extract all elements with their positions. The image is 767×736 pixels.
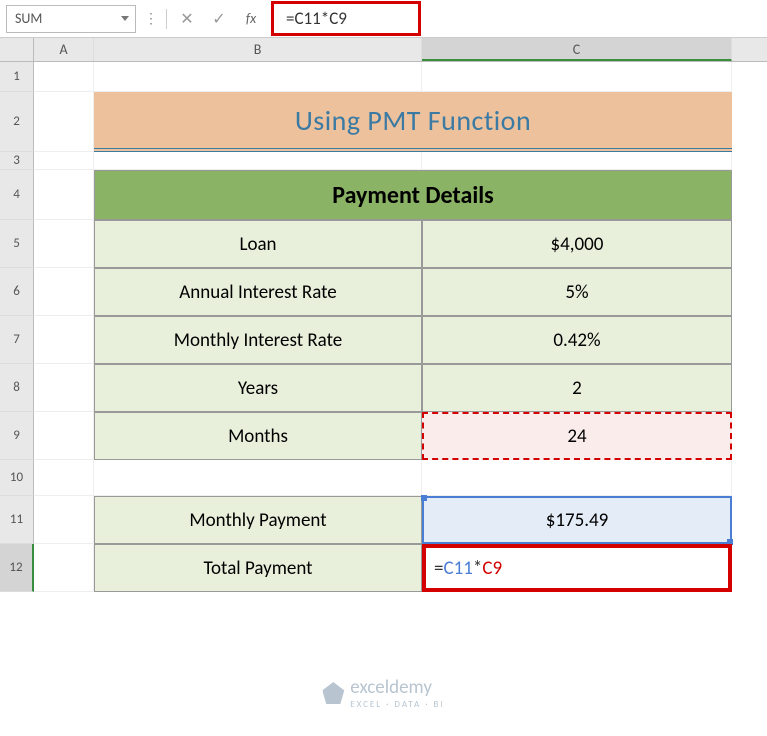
menu-dots-icon: ⋮ bbox=[144, 10, 158, 27]
row-header-7[interactable]: 7 bbox=[0, 316, 34, 364]
cell-a1[interactable] bbox=[34, 62, 94, 92]
cell-a4[interactable] bbox=[34, 170, 94, 220]
row-2: 2 Using PMT Function bbox=[0, 92, 767, 152]
watermark-brand: exceldemy bbox=[350, 676, 444, 699]
row-1: 1 bbox=[0, 62, 767, 92]
row-header-4[interactable]: 4 bbox=[0, 170, 34, 220]
col-header-c[interactable]: C bbox=[422, 38, 732, 61]
cell-a5[interactable] bbox=[34, 220, 94, 268]
row-9: 9 Months 24 bbox=[0, 412, 767, 460]
cell-a7[interactable] bbox=[34, 316, 94, 364]
annual-rate-value[interactable]: 5% bbox=[422, 268, 732, 316]
divider bbox=[166, 9, 167, 29]
cell-a2[interactable] bbox=[34, 92, 94, 152]
cell-a6[interactable] bbox=[34, 268, 94, 316]
years-label[interactable]: Years bbox=[94, 364, 422, 412]
months-value[interactable]: 24 bbox=[422, 412, 732, 460]
row-header-3[interactable]: 3 bbox=[0, 152, 34, 170]
monthly-rate-value[interactable]: 0.42% bbox=[422, 316, 732, 364]
enter-icon[interactable]: ✓ bbox=[207, 7, 231, 31]
cell-b1[interactable] bbox=[94, 62, 422, 92]
years-value[interactable]: 2 bbox=[422, 364, 732, 412]
row-8: 8 Years 2 bbox=[0, 364, 767, 412]
row-header-11[interactable]: 11 bbox=[0, 496, 34, 544]
cell-b3[interactable] bbox=[94, 152, 422, 170]
loan-label[interactable]: Loan bbox=[94, 220, 422, 268]
row-header-10[interactable]: 10 bbox=[0, 460, 34, 496]
row-header-8[interactable]: 8 bbox=[0, 364, 34, 412]
table-header[interactable]: Payment Details bbox=[94, 170, 732, 220]
monthly-rate-label[interactable]: Monthly Interest Rate bbox=[94, 316, 422, 364]
fx-icon[interactable]: fx bbox=[239, 7, 263, 31]
cell-c3[interactable] bbox=[422, 152, 732, 170]
spreadsheet-grid: A B C 1 2 Using PMT Function 3 4 Payment… bbox=[0, 38, 767, 592]
cell-c10[interactable] bbox=[422, 460, 732, 496]
cell-a12[interactable] bbox=[34, 544, 94, 592]
row-11: 11 Monthly Payment $175.49 bbox=[0, 496, 767, 544]
row-6: 6 Annual Interest Rate 5% bbox=[0, 268, 767, 316]
cancel-icon[interactable]: ✕ bbox=[175, 7, 199, 31]
total-payment-value[interactable]: =C11*C9 bbox=[422, 544, 732, 592]
row-5: 5 Loan $4,000 bbox=[0, 220, 767, 268]
row-4: 4 Payment Details bbox=[0, 170, 767, 220]
monthly-payment-value[interactable]: $175.49 bbox=[422, 496, 732, 544]
row-header-12[interactable]: 12 bbox=[0, 544, 34, 592]
row-header-6[interactable]: 6 bbox=[0, 268, 34, 316]
formula-input[interactable]: =C11*C9 bbox=[271, 1, 421, 36]
watermark-subtitle: EXCEL · DATA · BI bbox=[350, 699, 444, 710]
cell-a11[interactable] bbox=[34, 496, 94, 544]
total-payment-label[interactable]: Total Payment bbox=[94, 544, 422, 592]
watermark: exceldemy EXCEL · DATA · BI bbox=[322, 676, 444, 710]
name-box[interactable]: SUM bbox=[6, 5, 136, 33]
row-header-1[interactable]: 1 bbox=[0, 62, 34, 92]
cell-a10[interactable] bbox=[34, 460, 94, 496]
cell-a9[interactable] bbox=[34, 412, 94, 460]
row-header-2[interactable]: 2 bbox=[0, 92, 34, 152]
loan-value[interactable]: $4,000 bbox=[422, 220, 732, 268]
cell-formula-text: =C11*C9 bbox=[434, 557, 502, 580]
select-all-corner[interactable] bbox=[0, 38, 34, 61]
monthly-payment-label[interactable]: Monthly Payment bbox=[94, 496, 422, 544]
row-header-5[interactable]: 5 bbox=[0, 220, 34, 268]
watermark-logo-icon bbox=[322, 682, 344, 704]
cell-b10[interactable] bbox=[94, 460, 422, 496]
cell-a8[interactable] bbox=[34, 364, 94, 412]
cell-c1[interactable] bbox=[422, 62, 732, 92]
formula-bar: SUM ⋮ ✕ ✓ fx =C11*C9 bbox=[0, 0, 767, 38]
row-header-9[interactable]: 9 bbox=[0, 412, 34, 460]
cell-a3[interactable] bbox=[34, 152, 94, 170]
col-header-a[interactable]: A bbox=[34, 38, 94, 61]
months-label[interactable]: Months bbox=[94, 412, 422, 460]
row-12: 12 Total Payment =C11*C9 bbox=[0, 544, 767, 592]
annual-rate-label[interactable]: Annual Interest Rate bbox=[94, 268, 422, 316]
col-header-b[interactable]: B bbox=[94, 38, 422, 61]
column-headers: A B C bbox=[0, 38, 767, 62]
row-7: 7 Monthly Interest Rate 0.42% bbox=[0, 316, 767, 364]
title-cell[interactable]: Using PMT Function bbox=[94, 92, 732, 152]
row-3: 3 bbox=[0, 152, 767, 170]
row-10: 10 bbox=[0, 460, 767, 496]
